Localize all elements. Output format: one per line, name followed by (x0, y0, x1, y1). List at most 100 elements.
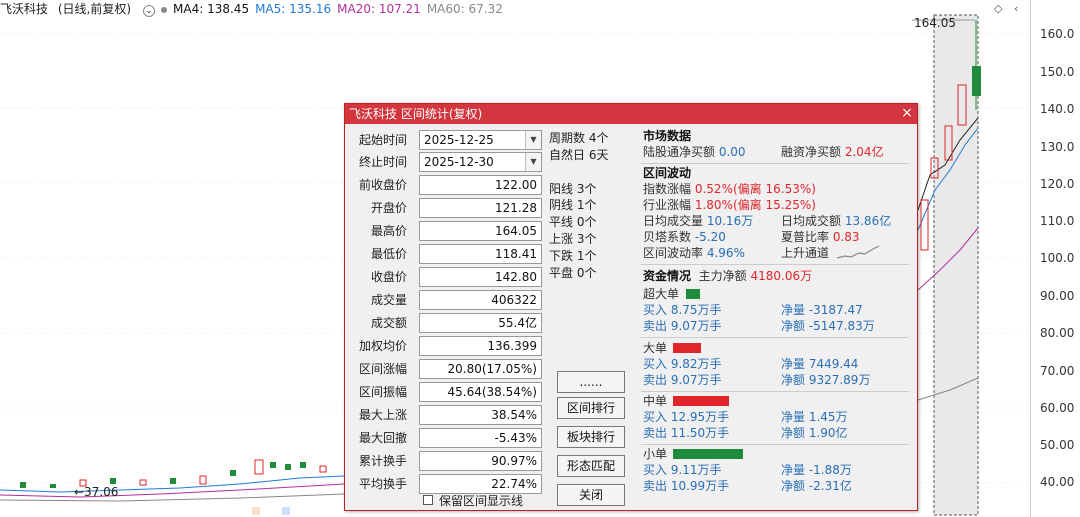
y-axis-label: 110.0 (1040, 214, 1075, 228)
chevron-down-icon[interactable]: ▼ (525, 153, 541, 171)
sell-volume: 卖出 10.99万手 (643, 479, 730, 493)
stat-label: 最大上涨 (358, 408, 407, 422)
index-change: 指数涨幅 0.52%(偏离 16.53%) (643, 182, 816, 196)
pattern-match-button[interactable]: 形态匹配 (557, 455, 625, 477)
ma60-label: MA60: 67.32 (426, 2, 503, 16)
start-time-select[interactable]: 2025-12-25 ▼ (419, 130, 542, 150)
sector-rank-button[interactable]: 板块排行 (557, 426, 625, 448)
net-amount: 净额 9327.89万 (781, 373, 871, 387)
buy-volume: 买入 9.82万手 (643, 357, 722, 371)
net-volume: 净量 1.45万 (781, 410, 848, 424)
stat-label: 开盘价 (370, 201, 407, 215)
beta: 贝塔系数 -5.20 (643, 230, 726, 244)
stat-value: 142.80 (419, 267, 542, 287)
y-axis-label: 70.00 (1040, 364, 1075, 378)
more-button[interactable]: ...... (557, 371, 625, 393)
margin-net-buy: 融资净买额 2.04亿 (781, 145, 884, 159)
stat-label: 累计换手 (358, 454, 407, 468)
ma60-line (0, 493, 345, 502)
y-axis-label: 80.00 (1040, 326, 1075, 340)
buy-volume: 买入 8.75万手 (643, 303, 722, 317)
chart-header: 飞沃科技 (日线,前复权) ⌄ MA4: 138.45 MA5: 135.16 MA20… (0, 0, 1080, 17)
ma4-label: MA4: 138.45 (173, 2, 250, 16)
close-button[interactable]: 关闭 (557, 484, 625, 506)
order-size-name: 大单 (643, 341, 668, 355)
natural-days: 自然日 6天 (549, 148, 609, 162)
divider (641, 391, 909, 392)
stat-label: 最低价 (370, 247, 407, 261)
divider (641, 163, 909, 164)
y-axis-label: 160.0 (1040, 27, 1075, 41)
funds-header-row: 资金情况 主力净额 4180.06万 (643, 269, 813, 283)
industry-change: 行业涨幅 1.80%(偏离 15.25%) (643, 198, 816, 212)
high-marker: 164.05 (914, 16, 956, 30)
stat-label: 平均换手 (358, 477, 407, 491)
y-axis-label: 140.0 (1040, 102, 1075, 116)
stat-value: -5.43% (419, 428, 542, 448)
stock-title: 飞沃科技 (日线,前复权) (0, 2, 132, 16)
stat-label: 前收盘价 (358, 178, 407, 192)
y-axis-label: 90.00 (1040, 289, 1075, 303)
range-stats-dialog[interactable]: 飞沃科技 区间统计(复权) × 起始时间 2025-12-25 ▼ 终止时间 20… (344, 103, 918, 511)
y-axis-label: 50.00 (1040, 438, 1075, 452)
sell-volume: 卖出 11.50万手 (643, 426, 730, 440)
volatility-header: 区间波动 (643, 166, 692, 180)
chevron-down-icon[interactable]: ▼ (525, 131, 541, 149)
chevron-left-icon[interactable]: ‹ (1014, 2, 1018, 15)
stat-label: 收盘价 (370, 270, 407, 284)
y-axis-label: 150.0 (1040, 65, 1075, 79)
range-highlight (933, 14, 979, 516)
stat-value: 22.74% (419, 474, 542, 494)
sell-volume: 卖出 9.07万手 (643, 373, 722, 387)
y-axis-label: 40.00 (1040, 475, 1075, 489)
net-volume: 净量 7449.44 (781, 357, 859, 371)
stat-value: 20.80(17.05%) (419, 359, 542, 379)
stat-label: 区间振幅 (358, 385, 407, 399)
y-axis-label: 130.0 (1040, 140, 1075, 154)
net-volume: 净量 -3187.47 (781, 303, 863, 317)
buy-volume: 买入 9.11万手 (643, 463, 722, 477)
show-range-line-checkbox[interactable] (423, 495, 433, 505)
flow-bar (686, 289, 700, 299)
dialog-title: 飞沃科技 区间统计(复权) (349, 107, 483, 121)
range-volatility: 区间波动率 4.96% (643, 246, 745, 260)
candle-stat: 平盘 0个 (549, 266, 597, 280)
divider (641, 264, 909, 265)
flow-bar (673, 396, 729, 406)
channel: 上升通道 (781, 246, 830, 260)
uptrend-sparkline-icon (836, 245, 880, 259)
stat-value: 122.00 (419, 175, 542, 195)
net-volume: 净量 -1.88万 (781, 463, 852, 477)
stat-label: 成交额 (370, 316, 407, 330)
avg-volume: 日均成交量 10.16万 (643, 214, 754, 228)
ma-dot-icon (161, 6, 168, 13)
close-icon[interactable]: × (899, 106, 915, 122)
stat-value: 45.64(38.54%) (419, 382, 542, 402)
stat-value: 118.41 (419, 244, 542, 264)
sell-volume: 卖出 9.07万手 (643, 319, 722, 333)
stat-label: 最大回撤 (358, 431, 407, 445)
diamond-icon[interactable]: ◇ (994, 2, 1002, 15)
range-rank-button[interactable]: 区间排行 (557, 397, 625, 419)
start-time-label: 起始时间 (358, 133, 407, 147)
net-amount: 净额 1.90亿 (781, 426, 848, 440)
candle-stat: 上涨 3个 (549, 232, 597, 246)
stat-label: 加权均价 (358, 339, 407, 353)
ma5-label: MA5: 135.16 (255, 2, 332, 16)
stat-label: 成交量 (370, 293, 407, 307)
y-axis-label: 120.0 (1040, 177, 1075, 191)
period-dropdown-icon[interactable]: ⌄ (143, 5, 156, 17)
dialog-titlebar[interactable]: 飞沃科技 区间统计(复权) × (345, 104, 917, 124)
avg-amount: 日均成交额 13.86亿 (781, 214, 892, 228)
news-icon (252, 507, 260, 515)
stat-value: 164.05 (419, 221, 542, 241)
low-marker: ←37.06 (74, 485, 119, 499)
stat-label: 最高价 (370, 224, 407, 238)
flow-bar (673, 449, 743, 459)
end-time-select[interactable]: 2025-12-30 ▼ (419, 152, 542, 172)
order-size-name: 中单 (643, 394, 668, 408)
market-header: 市场数据 (643, 129, 692, 143)
buy-volume: 买入 12.95万手 (643, 410, 730, 424)
candle-stat: 阳线 3个 (549, 182, 597, 196)
candle-stat: 下跌 1个 (549, 249, 597, 263)
